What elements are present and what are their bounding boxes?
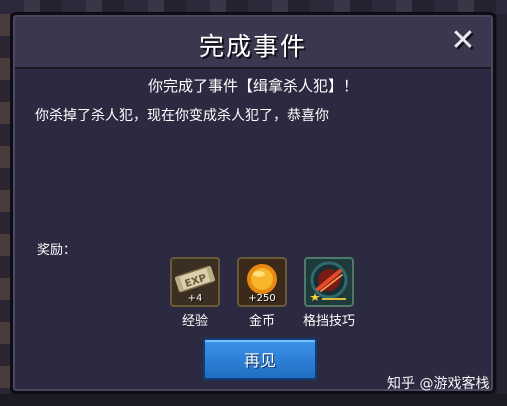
event-complete-dialog: 完成事件 ✕ 你完成了事件【缉拿杀人犯】！ 你杀掉了杀人犯，现在你变成杀人犯了，… (10, 12, 496, 394)
background-right-strip (497, 14, 507, 406)
rewards-list: EXP +4 经验 +250 金币 格挡技巧 (168, 257, 358, 329)
parry-skill-icon (304, 257, 354, 307)
dialog-title-bar: 完成事件 ✕ (15, 17, 491, 69)
exp-scroll-icon: EXP +4 (170, 257, 220, 307)
reward-name: 格挡技巧 (302, 314, 355, 329)
dialog-title: 完成事件 (198, 32, 307, 61)
reward-amount: +250 (248, 293, 276, 304)
event-description: 你杀掉了杀人犯，现在你变成杀人犯了，恭喜你 (35, 108, 329, 124)
goodbye-button[interactable]: 再见 (203, 338, 317, 380)
close-icon: ✕ (450, 23, 476, 58)
close-button[interactable]: ✕ (447, 25, 479, 57)
event-complete-message: 你完成了事件【缉拿杀人犯】！ (147, 77, 358, 95)
rewards-label: 奖励： (37, 243, 77, 258)
background-left-strip (0, 14, 10, 406)
reward-amount: +4 (187, 293, 203, 304)
reward-name: 金币 (248, 314, 275, 329)
reward-item-exp[interactable]: EXP +4 经验 (168, 257, 222, 329)
reward-name: 经验 (181, 314, 208, 329)
watermark-text: 知乎 @游戏客栈 (387, 376, 490, 392)
reward-item-parry-skill[interactable]: 格挡技巧 (302, 257, 356, 329)
reward-item-gold[interactable]: +250 金币 (235, 257, 289, 329)
background-bottom-strip (0, 394, 507, 406)
gold-coin-icon: +250 (237, 257, 287, 307)
